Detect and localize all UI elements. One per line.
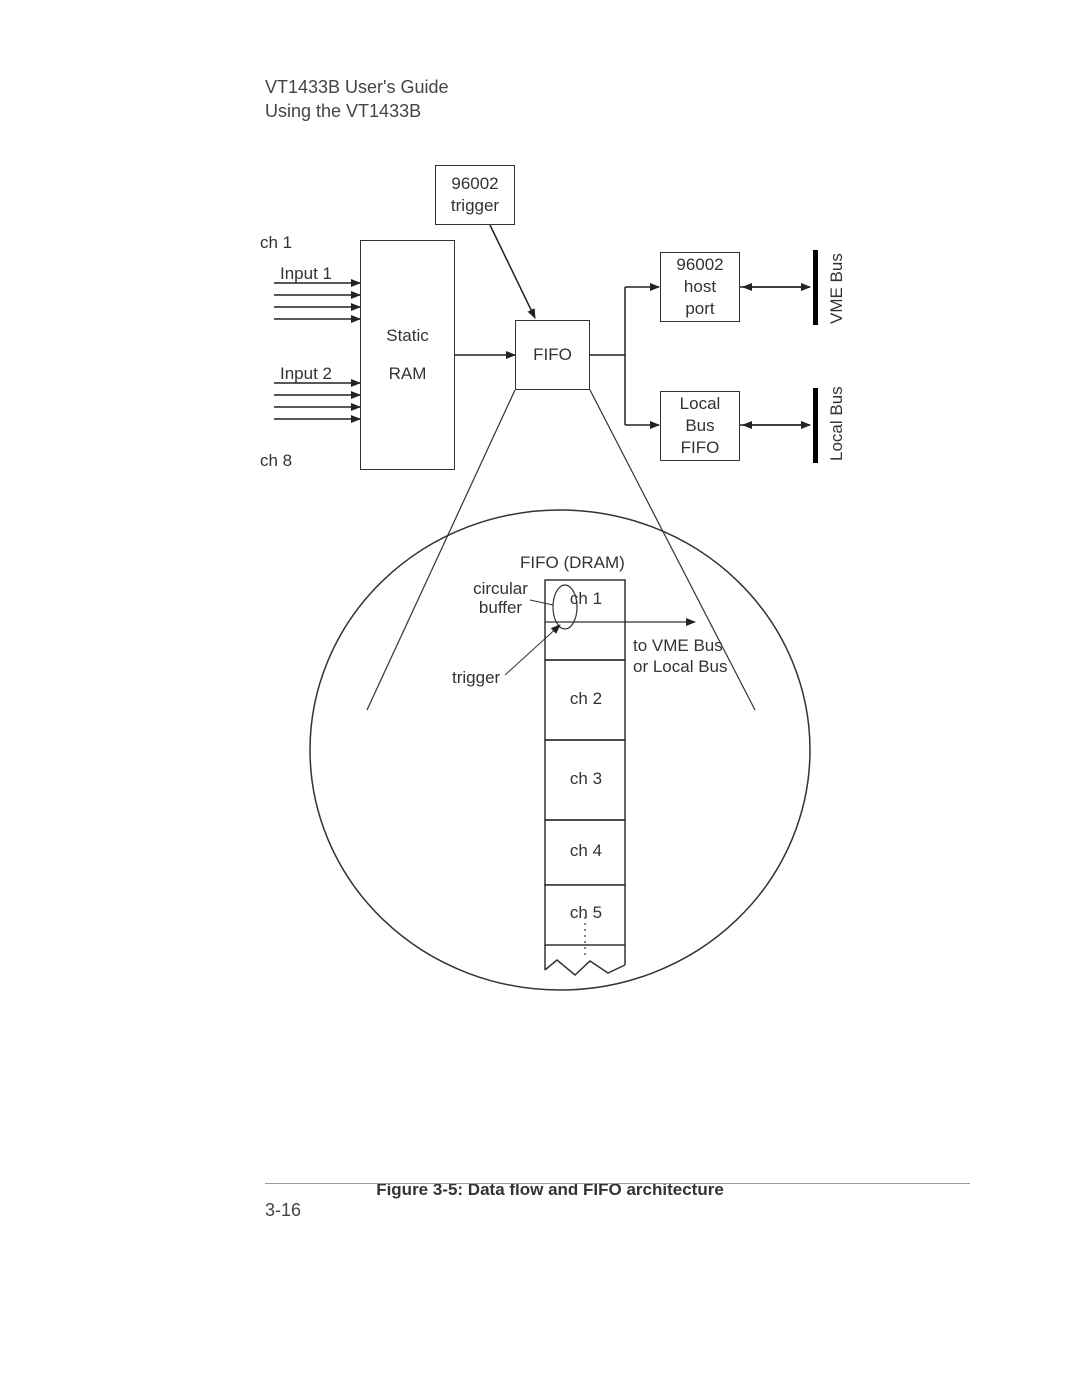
to-bus-line2: or Local Bus	[633, 656, 728, 677]
circular-buffer-label: circular buffer	[468, 580, 533, 617]
dram-seg-1: ch 1	[566, 589, 606, 609]
page-header: VT1433B User's Guide Using the VT1433B	[265, 75, 449, 124]
to-bus-label: to VME Bus or Local Bus	[633, 635, 728, 678]
footer-rule	[265, 1183, 970, 1184]
dram-seg-3: ch 3	[566, 769, 606, 789]
dram-seg-4: ch 4	[566, 841, 606, 861]
diagram-lines	[230, 155, 870, 1010]
header-line2: Using the VT1433B	[265, 99, 449, 123]
to-bus-line1: to VME Bus	[633, 635, 728, 656]
dram-seg-5: ch 5	[566, 903, 606, 923]
dram-seg-2: ch 2	[566, 689, 606, 709]
architecture-diagram: 96002 trigger ch 1 Input 1 Input 2 ch 8 …	[230, 155, 870, 1010]
header-line1: VT1433B User's Guide	[265, 75, 449, 99]
page: VT1433B User's Guide Using the VT1433B 9…	[0, 0, 1080, 1397]
page-number: 3-16	[265, 1200, 301, 1221]
dram-trigger-label: trigger	[452, 668, 500, 688]
fifo-dram-title: FIFO (DRAM)	[520, 553, 625, 573]
